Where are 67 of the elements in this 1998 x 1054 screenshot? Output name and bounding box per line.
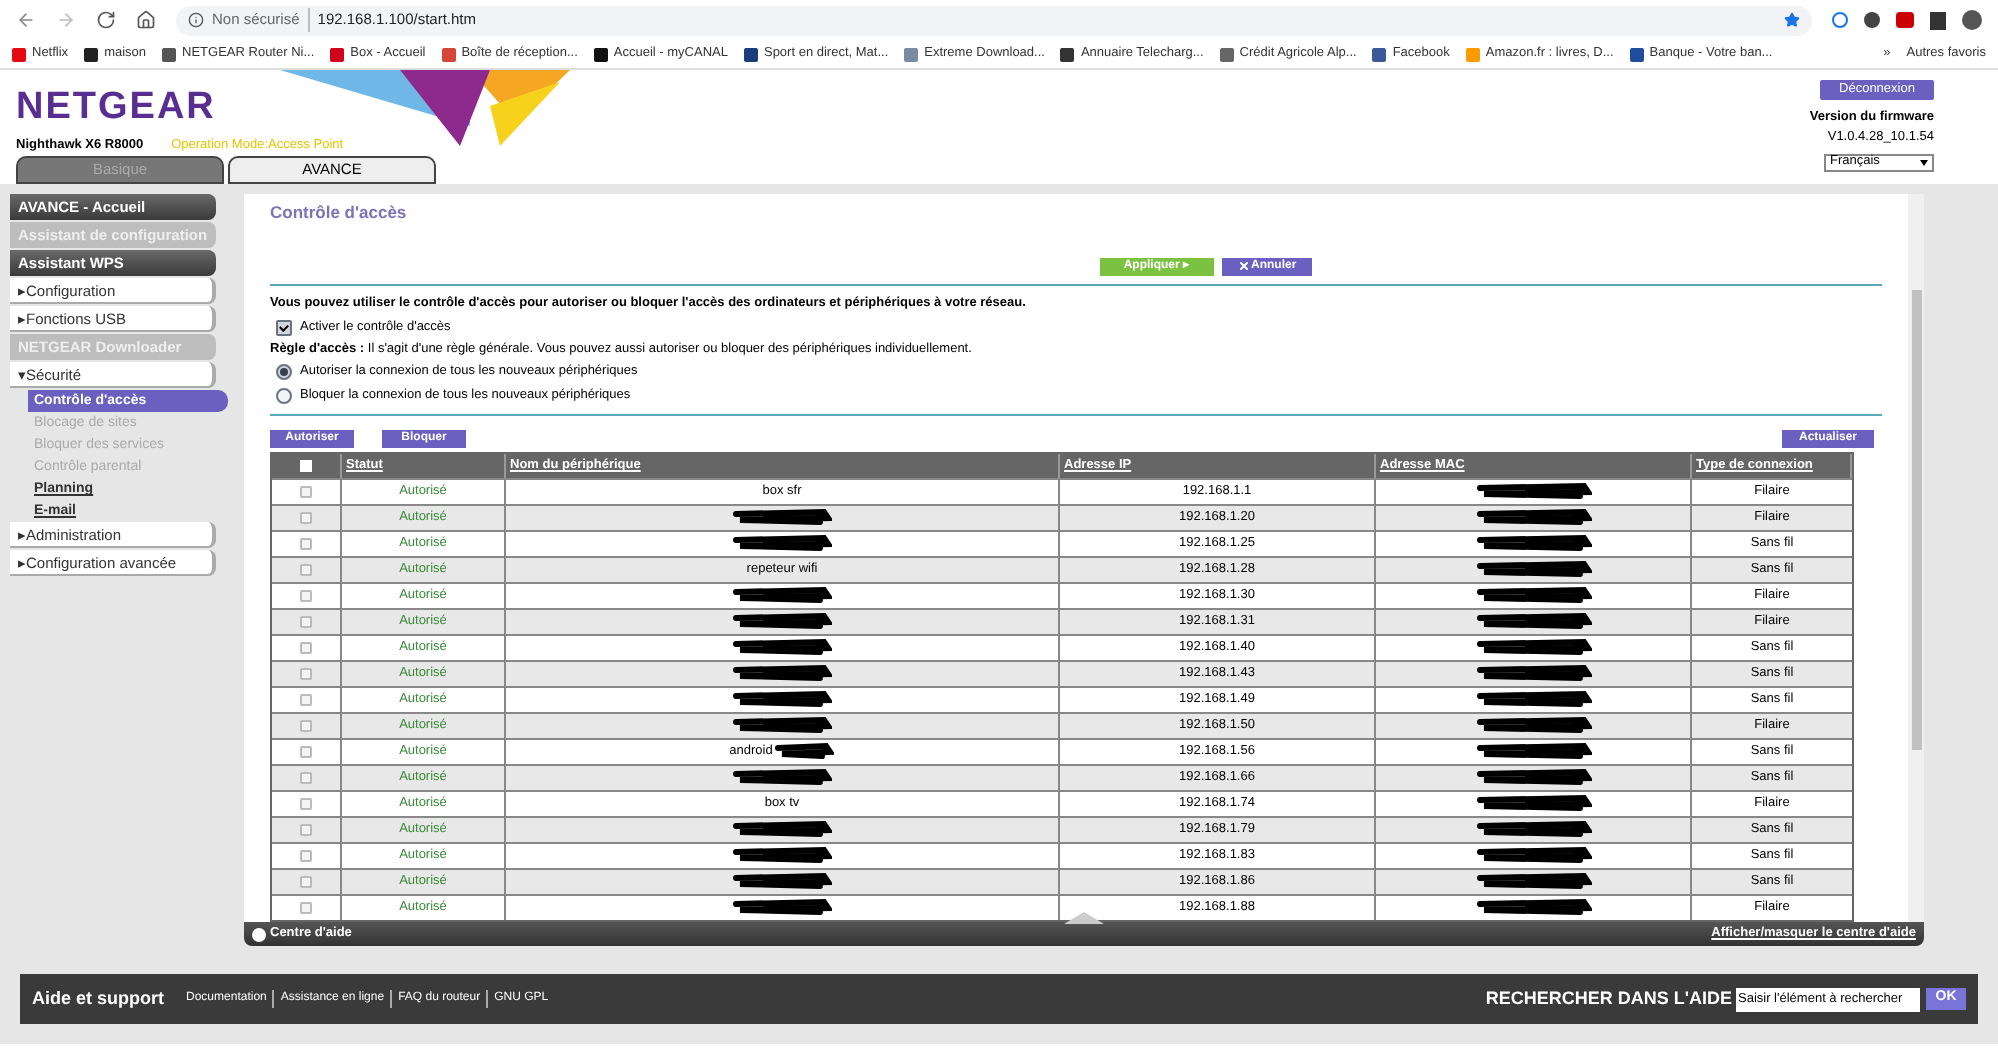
checkbox[interactable] (276, 319, 292, 336)
close-icon (1237, 260, 1249, 273)
row-checkbox[interactable] (300, 798, 312, 810)
redaction-scribble (1475, 638, 1591, 657)
redaction-scribble (1475, 534, 1591, 553)
row-checkbox[interactable] (300, 668, 312, 680)
row-checkbox[interactable] (300, 876, 312, 888)
row-checkbox[interactable] (300, 590, 312, 602)
select-all-checkbox[interactable] (300, 460, 312, 472)
profile-icon[interactable] (1962, 10, 1982, 30)
row-checkbox[interactable] (300, 538, 312, 550)
row-checkbox[interactable] (300, 564, 312, 576)
redaction-scribble (732, 586, 832, 605)
row-checkbox[interactable] (300, 772, 312, 784)
redaction-scribble (732, 768, 832, 787)
back-icon[interactable] (16, 10, 36, 30)
redaction-scribble (732, 612, 832, 631)
redaction-scribble (1475, 612, 1591, 631)
reload-icon[interactable] (96, 10, 116, 30)
redaction-scribble (1475, 846, 1591, 865)
star-icon[interactable] (1784, 12, 1800, 28)
redaction-scribble (774, 742, 835, 761)
search-label: RECHERCHER DANS L'AIDE (1485, 985, 1732, 1012)
redaction-scribble (732, 534, 832, 553)
radio-button[interactable] (276, 364, 292, 381)
scrollbar[interactable] (1908, 194, 1924, 922)
redaction-scribble (732, 872, 832, 891)
redaction-scribble (732, 638, 832, 657)
redaction-scribble (732, 716, 832, 735)
redaction-scribble (1475, 820, 1591, 839)
redaction-scribble (732, 846, 832, 865)
redaction-scribble (1475, 872, 1591, 891)
redaction-scribble (732, 664, 832, 683)
redaction-scribble (732, 690, 832, 709)
row-checkbox[interactable] (300, 824, 312, 836)
redaction-scribble (1475, 586, 1591, 605)
redaction-scribble (1475, 482, 1591, 501)
expand-arrow-icon[interactable] (1064, 912, 1104, 924)
forward-icon[interactable] (56, 10, 76, 30)
row-checkbox[interactable] (300, 720, 312, 732)
row-checkbox[interactable] (300, 850, 312, 862)
redaction-scribble (1475, 560, 1591, 579)
redaction-scribble (1475, 716, 1591, 735)
redaction-scribble (732, 508, 832, 527)
row-checkbox[interactable] (300, 902, 312, 914)
footer-title: Aide et support (32, 985, 165, 1012)
logo: NETGEAR (16, 86, 218, 130)
row-checkbox[interactable] (300, 746, 312, 758)
row-checkbox[interactable] (300, 642, 312, 654)
redaction-scribble (1475, 768, 1591, 787)
home-icon[interactable] (136, 10, 156, 30)
redaction-scribble (1475, 898, 1591, 917)
redaction-scribble (1475, 742, 1591, 761)
row-checkbox[interactable] (300, 616, 312, 628)
row-checkbox[interactable] (300, 512, 312, 524)
row-checkbox[interactable] (300, 486, 312, 498)
info-icon[interactable] (188, 12, 204, 28)
redaction-scribble (1475, 690, 1591, 709)
dropdown-caret-icon (1920, 159, 1928, 165)
redaction-scribble (732, 820, 832, 839)
redaction-scribble (1475, 794, 1591, 813)
row-checkbox[interactable] (300, 694, 312, 706)
redaction-scribble (1475, 508, 1591, 527)
radio-button[interactable] (276, 387, 292, 404)
redaction-scribble (732, 898, 832, 917)
page-title: Contrôle d'accès (270, 200, 409, 226)
redaction-scribble (1475, 664, 1591, 683)
